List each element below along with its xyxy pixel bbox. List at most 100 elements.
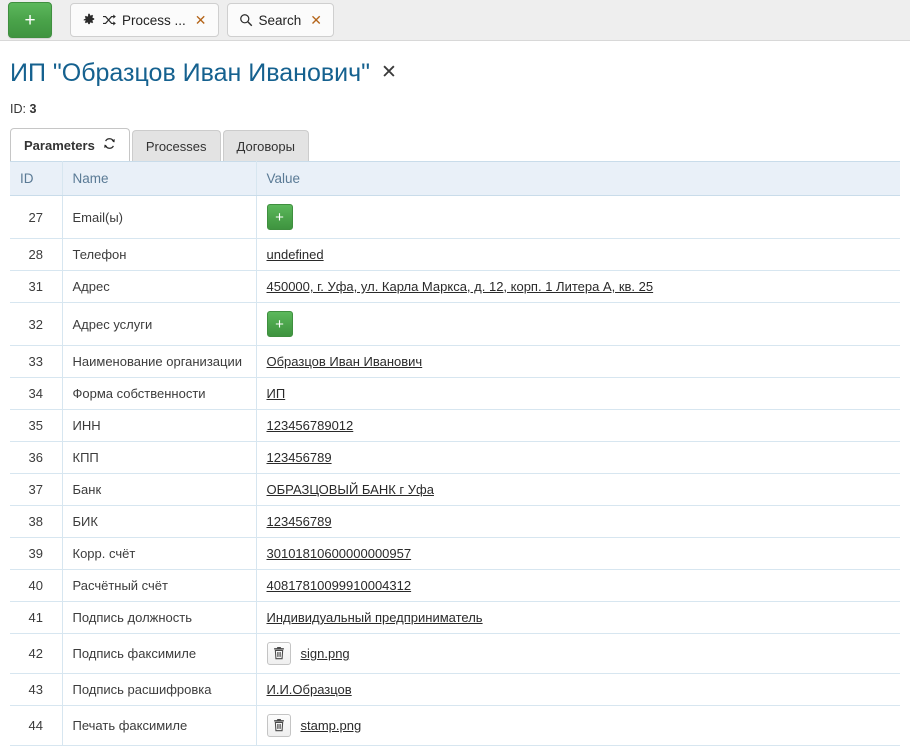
- row-name: Подпись факсимиле: [62, 634, 256, 674]
- row-name: Телефон: [62, 239, 256, 271]
- row-name: Расчётный счёт: [62, 570, 256, 602]
- value-link[interactable]: ИП: [267, 386, 286, 401]
- table-row: 44Печать факсимилеstamp.png: [10, 706, 900, 746]
- table-row: 33Наименование организацииОбразцов Иван …: [10, 346, 900, 378]
- row-value: ОБРАЗЦОВЫЙ БАНК г Уфа: [256, 474, 900, 506]
- row-value: sign.png: [256, 634, 900, 674]
- row-value: +: [256, 196, 900, 239]
- row-id: 44: [10, 706, 62, 746]
- column-header-value[interactable]: Value: [256, 162, 900, 196]
- row-value: ИП: [256, 378, 900, 410]
- value-link[interactable]: ОБРАЗЦОВЫЙ БАНК г Уфа: [267, 482, 434, 497]
- table-row: 34Форма собственностиИП: [10, 378, 900, 410]
- row-id: 43: [10, 674, 62, 706]
- value-link[interactable]: 123456789: [267, 450, 332, 465]
- row-id: 42: [10, 634, 62, 674]
- file-link[interactable]: sign.png: [301, 646, 350, 661]
- app-tab-label: Process ...: [122, 13, 186, 28]
- table-row: 27Email(ы) +: [10, 196, 900, 239]
- tab-label: Договоры: [237, 139, 295, 154]
- close-icon[interactable]: ✕: [381, 62, 397, 85]
- table-row: 31Адрес 450000, г. Уфа, ул. Карла Маркса,…: [10, 271, 900, 303]
- top-tab-bar: + Process ... ✕: [0, 0, 910, 41]
- row-id: 33: [10, 346, 62, 378]
- row-value: Образцов Иван Иванович: [256, 346, 900, 378]
- table-row: 40Расчётный счёт 40817810099910004312: [10, 570, 900, 602]
- refresh-icon[interactable]: [103, 137, 116, 153]
- table-row: 41Подпись должностьИндивидуальный предпр…: [10, 602, 900, 634]
- column-header-name[interactable]: Name: [62, 162, 256, 196]
- row-id: 32: [10, 303, 62, 346]
- table-row: 28Телефонundefined: [10, 239, 900, 271]
- record-id-value: 3: [29, 102, 36, 116]
- row-id: 31: [10, 271, 62, 303]
- row-id: 40: [10, 570, 62, 602]
- app-tab-process[interactable]: Process ... ✕: [70, 3, 219, 37]
- row-id: 34: [10, 378, 62, 410]
- row-value: И.И.Образцов: [256, 674, 900, 706]
- value-link[interactable]: Индивидуальный предприниматель: [267, 610, 483, 625]
- parameters-table-wrapper: ID Name Value 27Email(ы)+28Телефонundefi…: [0, 161, 910, 746]
- new-tab-add-button[interactable]: +: [8, 2, 52, 38]
- value-link[interactable]: Образцов Иван Иванович: [267, 354, 423, 369]
- file-attachment: stamp.png: [267, 714, 891, 737]
- app-tab-label: Search: [259, 13, 302, 28]
- gear-icon: [82, 13, 96, 27]
- row-id: 27: [10, 196, 62, 239]
- add-value-button[interactable]: +: [267, 311, 293, 337]
- value-link[interactable]: 123456789: [267, 514, 332, 529]
- page-title: ИП "Образцов Иван Иванович" ✕: [10, 58, 910, 88]
- value-link[interactable]: 123456789012: [267, 418, 354, 433]
- row-id: 37: [10, 474, 62, 506]
- row-value: +: [256, 303, 900, 346]
- row-value: 450000, г. Уфа, ул. Карла Маркса, д. 12,…: [256, 271, 900, 303]
- table-header-row: ID Name Value: [10, 162, 900, 196]
- row-name: Адрес: [62, 271, 256, 303]
- value-link[interactable]: 30101810600000000957: [267, 546, 412, 561]
- column-header-id[interactable]: ID: [10, 162, 62, 196]
- trash-icon[interactable]: [267, 642, 291, 665]
- value-link[interactable]: 450000, г. Уфа, ул. Карла Маркса, д. 12,…: [267, 279, 654, 294]
- value-link[interactable]: И.И.Образцов: [267, 682, 352, 697]
- tab-dogovory[interactable]: Договоры: [223, 130, 309, 161]
- row-id: 36: [10, 442, 62, 474]
- file-attachment: sign.png: [267, 642, 891, 665]
- tab-parameters[interactable]: Parameters: [10, 128, 130, 161]
- table-row: 43Подпись расшифровка И.И.Образцов: [10, 674, 900, 706]
- value-link[interactable]: 40817810099910004312: [267, 578, 412, 593]
- row-name: Адрес услуги: [62, 303, 256, 346]
- row-name: КПП: [62, 442, 256, 474]
- table-row: 35ИНН123456789012: [10, 410, 900, 442]
- tab-label: Processes: [146, 139, 207, 154]
- row-value: 123456789012: [256, 410, 900, 442]
- row-name: Подпись расшифровка: [62, 674, 256, 706]
- parameters-table: ID Name Value 27Email(ы)+28Телефонundefi…: [10, 161, 900, 746]
- add-value-button[interactable]: +: [267, 204, 293, 230]
- table-row: 36КПП 123456789: [10, 442, 900, 474]
- close-icon[interactable]: ✕: [195, 13, 207, 27]
- value-link[interactable]: undefined: [267, 247, 324, 262]
- app-tab-search[interactable]: Search ✕: [227, 3, 335, 37]
- shuffle-icon: [102, 14, 116, 26]
- row-name: Email(ы): [62, 196, 256, 239]
- table-row: 38БИК123456789: [10, 506, 900, 538]
- table-body: 27Email(ы)+28Телефонundefined31Адрес4500…: [10, 196, 900, 746]
- table-row: 37Банк ОБРАЗЦОВЫЙ БАНК г Уфа: [10, 474, 900, 506]
- table-row: 32Адрес услуги +: [10, 303, 900, 346]
- row-id: 35: [10, 410, 62, 442]
- row-name: Корр. счёт: [62, 538, 256, 570]
- tab-processes[interactable]: Processes: [132, 130, 221, 161]
- close-icon[interactable]: ✕: [310, 13, 322, 27]
- row-id: 41: [10, 602, 62, 634]
- search-icon: [239, 13, 253, 27]
- trash-icon[interactable]: [267, 714, 291, 737]
- row-id: 39: [10, 538, 62, 570]
- plus-icon: +: [24, 11, 35, 30]
- row-name: Банк: [62, 474, 256, 506]
- row-value: 123456789: [256, 506, 900, 538]
- table-row: 39Корр. счёт 30101810600000000957: [10, 538, 900, 570]
- row-value: stamp.png: [256, 706, 900, 746]
- detail-tabs: Parameters Processes Договоры: [0, 128, 910, 161]
- table-row: 42Подпись факсимиле sign.png: [10, 634, 900, 674]
- file-link[interactable]: stamp.png: [301, 718, 362, 733]
